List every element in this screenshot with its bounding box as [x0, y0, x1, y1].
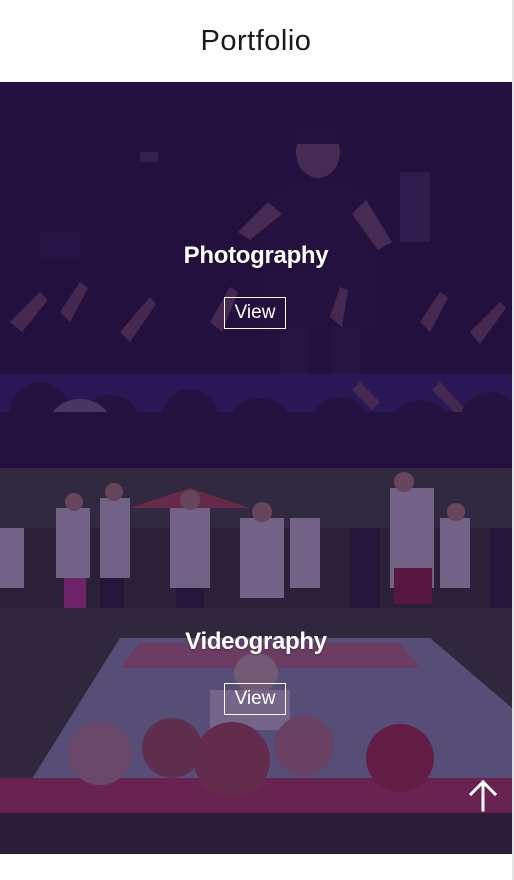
portfolio-card-photography[interactable]: Photography View	[0, 82, 512, 468]
page-title: Portfolio	[200, 24, 312, 57]
scroll-to-top-button[interactable]	[466, 778, 500, 814]
card-title-photography: Photography	[183, 242, 329, 269]
view-videography-button[interactable]: View	[224, 683, 286, 715]
portfolio-card-videography[interactable]: Videography View	[0, 468, 512, 854]
card-title-videography: Videography	[185, 628, 327, 655]
page-header: Portfolio	[0, 0, 512, 82]
videography-background-image	[0, 468, 512, 854]
page-footer	[0, 854, 512, 880]
photography-background-image	[0, 82, 512, 468]
view-photography-button[interactable]: View	[224, 297, 286, 329]
arrow-up-icon	[468, 779, 498, 812]
